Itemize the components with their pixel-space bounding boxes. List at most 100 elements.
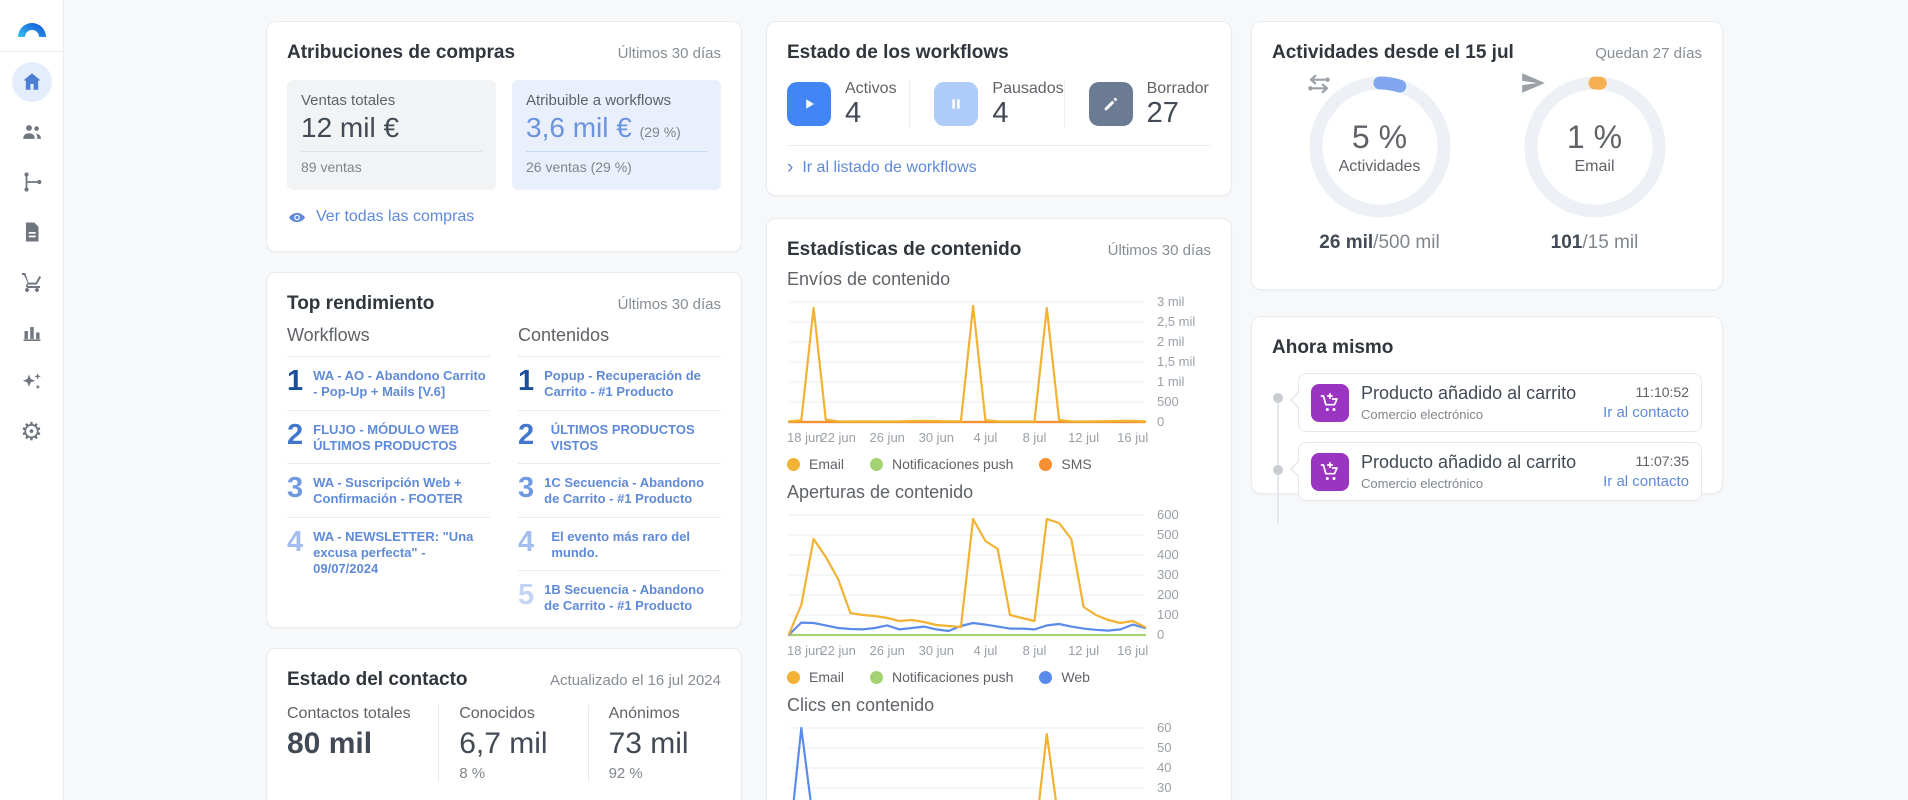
status-label: Pausados	[992, 80, 1064, 97]
workflow-link: WA - AO - Abandono Carrito - Pop-Up + Ma…	[313, 368, 486, 400]
play-icon	[806, 99, 814, 109]
workflows-column-header: Workflows	[287, 325, 370, 345]
go-to-contact-link[interactable]: Ir al contacto	[1603, 404, 1689, 421]
attributed-pct: (29 %)	[639, 124, 681, 140]
content-link: El evento más raro del mundo.	[551, 528, 691, 560]
sidebar-item-store[interactable]	[12, 262, 52, 302]
card-period: Últimos 30 días	[1107, 242, 1211, 259]
svg-text:100: 100	[1157, 607, 1179, 622]
sms-dot-icon	[1039, 457, 1053, 471]
rank-number: 4	[518, 525, 535, 558]
status-label: Activos	[845, 80, 897, 97]
logo-arc-icon	[17, 23, 46, 37]
email-dot-icon	[787, 457, 800, 471]
cart-plus-badge	[1311, 383, 1349, 422]
sidebar-item-workflows[interactable]	[12, 162, 52, 202]
paused-workflows-item: Pausados 4	[909, 80, 1064, 129]
legend-item-web: Web	[1039, 669, 1090, 685]
active-workflows-item: Activos 4	[787, 80, 909, 128]
eye-icon	[288, 212, 306, 222]
draft-workflows-item: Borrador 27	[1063, 80, 1211, 129]
svg-text:1 mil: 1 mil	[1157, 374, 1185, 389]
svg-text:8 jul: 8 jul	[1023, 643, 1047, 658]
activities-percent: 5 %	[1351, 118, 1408, 155]
pencil-button[interactable]	[1088, 82, 1133, 127]
card-title: Atribuciones de compras	[287, 42, 516, 63]
svg-text:30 jun: 30 jun	[919, 643, 954, 658]
stat-percent: 92 %	[608, 765, 643, 782]
svg-text:30: 30	[1157, 780, 1171, 795]
card-period: Últimos 30 días	[617, 45, 721, 62]
top-workflow-3[interactable]: 3 WA - Suscripción Web + Confirmación - …	[287, 463, 490, 517]
svg-text:26 jun: 26 jun	[869, 430, 904, 445]
svg-text:3 mil: 3 mil	[1157, 294, 1185, 309]
svg-text:26 jun: 26 jun	[869, 643, 904, 658]
email-dot-icon	[787, 670, 800, 684]
content-stats-card: Estadísticas de contenido Últimos 30 día…	[766, 218, 1232, 800]
activity-item[interactable]: Producto añadido al carrito Comercio ele…	[1290, 373, 1702, 432]
status-count: 27	[1146, 97, 1179, 129]
connectif-logo[interactable]	[15, 0, 49, 51]
used-value: 101	[1550, 232, 1583, 253]
legend-item-email: Email	[787, 669, 844, 685]
legend-label: Email	[809, 456, 845, 472]
activities-usage: 26 mil/500 mil	[1319, 232, 1439, 254]
gauge-label: Email	[1574, 157, 1615, 175]
timeline-dot	[1273, 393, 1283, 403]
view-all-purchases-link[interactable]: Ver todas las compras	[287, 208, 721, 226]
cart-plus-icon	[1320, 392, 1338, 411]
card-title: Estadísticas de contenido	[787, 239, 1022, 260]
svg-text:2 mil: 2 mil	[1157, 334, 1185, 349]
legend-label: Notificaciones push	[892, 456, 1014, 472]
sends-chart-legend: Email Notificaciones push SMS	[787, 456, 1211, 472]
purchases-attribution-card: Atribuciones de compras Últimos 30 días …	[266, 21, 742, 252]
email-usage: 101/15 mil	[1551, 232, 1639, 254]
top-content-3[interactable]: 3 1C Secuencia - Abandono de Carrito - #…	[518, 463, 721, 517]
rank-number: 4	[287, 525, 304, 558]
sidebar-item-settings[interactable]: ⚙	[12, 412, 52, 452]
svg-text:500: 500	[1157, 527, 1179, 542]
top-content-5[interactable]: 5 1B Secuencia - Abandono de Carrito - #…	[518, 570, 721, 624]
activity-item[interactable]: Producto añadido al carrito Comercio ele…	[1290, 442, 1702, 501]
stat-label: Anónimos	[608, 705, 680, 722]
sidebar-item-analytics[interactable]	[12, 312, 52, 352]
sidebar-item-contents[interactable]	[12, 212, 52, 252]
activity-title: Producto añadido al carrito	[1361, 452, 1577, 472]
top-workflow-1[interactable]: 1 WA - AO - Abandono Carrito - Pop-Up + …	[287, 356, 490, 410]
legend-item-push: Notificaciones push	[870, 669, 1013, 685]
workflows-status-card: Estado de los workflows Activos 4 Pausad…	[766, 21, 1232, 196]
clicks-chart: 605040302010018 jun22 jun26 jun30 jun4 j…	[789, 720, 1171, 800]
content-link: ÚLTIMOS PRODUCTOS VISTOS	[550, 421, 695, 453]
top-content-2[interactable]: 2 ÚLTIMOS PRODUCTOS VISTOS	[518, 409, 721, 464]
pause-button[interactable]	[934, 82, 979, 127]
sidebar-item-contacts[interactable]	[12, 112, 52, 152]
workflow-link: WA - Suscripción Web + Confirmación - FO…	[313, 475, 463, 507]
workflows-list-link[interactable]: › Ir al listado de workflows	[787, 158, 1211, 177]
content-link: 1C Secuencia - Abandono de Carrito - #1 …	[544, 475, 705, 507]
status-count: 4	[992, 97, 1009, 129]
status-label: Borrador	[1146, 80, 1209, 97]
play-button[interactable]	[787, 82, 831, 127]
legend-label: Notificaciones push	[892, 669, 1014, 685]
sidebar: ⚙	[0, 0, 64, 800]
dashboard-page: { "accent_colors": { "link_blue": "#5f8a…	[0, 0, 1908, 800]
sends-chart: 3 mil2,5 mil2 mil1,5 mil1 mil500018 jun2…	[787, 294, 1195, 445]
svg-text:8 jul: 8 jul	[1023, 430, 1047, 445]
top-content-1[interactable]: 1 Popup - Recuperación de Carrito - #1 P…	[518, 356, 721, 410]
attributed-amount: 3,6 mil €	[526, 112, 632, 143]
top-workflow-4[interactable]: 4 WA - NEWSLETTER: "Una excusa perfecta"…	[287, 516, 490, 587]
document-icon	[25, 222, 38, 242]
sidebar-item-ai[interactable]	[12, 362, 52, 402]
svg-text:1,5 mil: 1,5 mil	[1157, 354, 1195, 369]
svg-text:50: 50	[1157, 740, 1171, 755]
total-sales-value: 12 mil €	[301, 112, 400, 143]
go-to-contact-link[interactable]: Ir al contacto	[1603, 473, 1689, 490]
push-dot-icon	[870, 670, 884, 684]
svg-text:18 jun: 18 jun	[787, 643, 822, 658]
realtime-activity-list: Producto añadido al carrito Comercio ele…	[1272, 373, 1702, 523]
top-workflow-2[interactable]: 2 FLUJO - MÓDULO WEB ÚLTIMOS PRODUCTOS	[287, 409, 490, 464]
sidebar-item-home[interactable]	[11, 62, 52, 102]
svg-text:200: 200	[1157, 587, 1179, 602]
top-content-4[interactable]: 4 El evento más raro del mundo.	[518, 516, 721, 571]
sends-chart-title: Envíos de contenido	[787, 269, 951, 289]
